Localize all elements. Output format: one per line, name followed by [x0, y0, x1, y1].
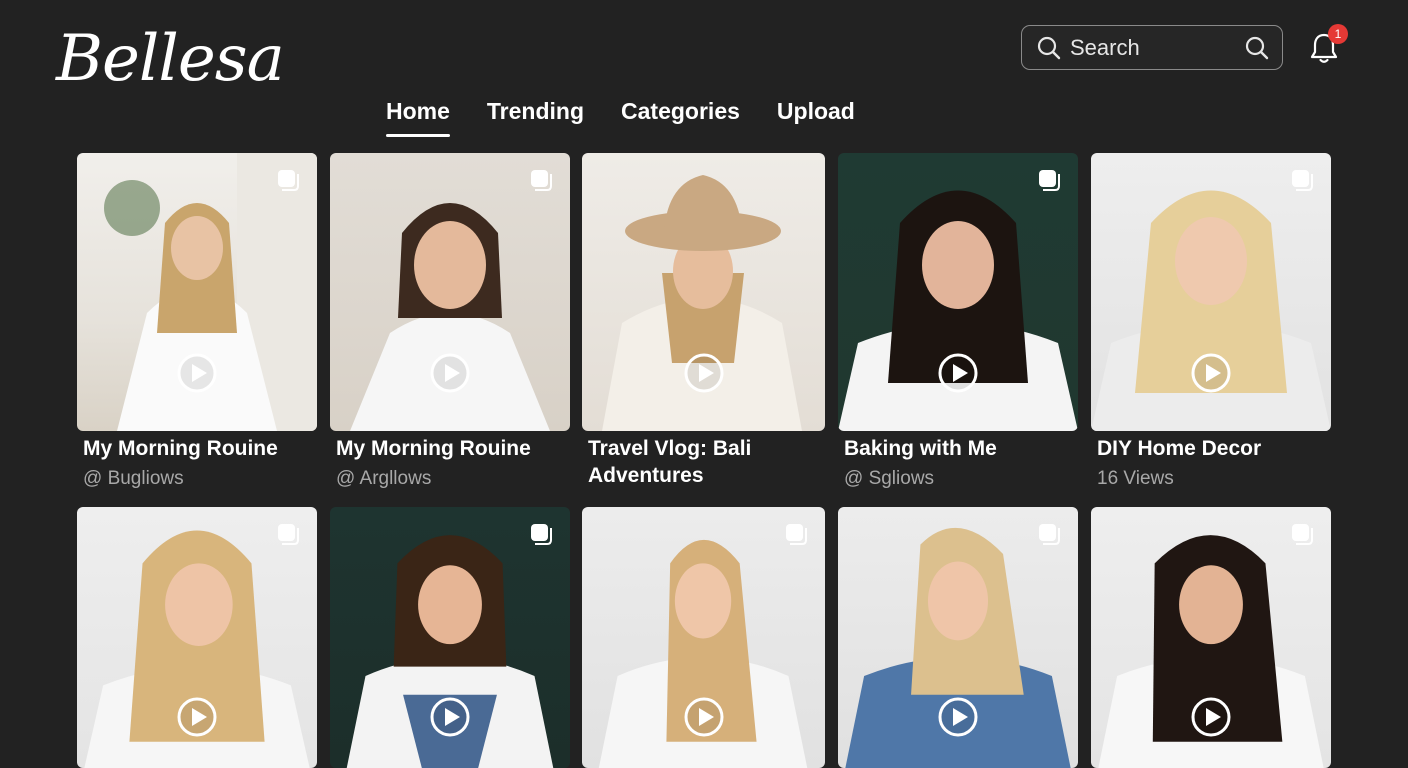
search-input[interactable]: Search: [1070, 35, 1244, 61]
video-thumbnail[interactable]: [77, 153, 317, 431]
video-thumbnail[interactable]: [330, 153, 570, 431]
video-thumbnail[interactable]: [582, 507, 825, 768]
video-thumbnail[interactable]: [77, 507, 317, 768]
video-card[interactable]: My Morning Rouine @ Bugliows: [77, 153, 323, 490]
video-author[interactable]: @ Sgliows: [838, 468, 1084, 490]
video-title[interactable]: Travel Vlog: Bali Adventures: [582, 435, 831, 489]
collection-icon[interactable]: [275, 521, 301, 547]
play-circle-icon[interactable]: [683, 352, 725, 394]
play-circle-icon[interactable]: [176, 696, 218, 738]
video-thumbnail[interactable]: [330, 507, 570, 768]
video-title[interactable]: My Morning Rouine: [330, 435, 576, 462]
video-title[interactable]: Baking with Me: [838, 435, 1084, 462]
video-card[interactable]: [838, 507, 1078, 768]
tab-upload[interactable]: Upload: [777, 98, 855, 137]
video-card[interactable]: [582, 507, 825, 768]
video-card[interactable]: Baking with Me @ Sgliows: [838, 153, 1084, 490]
video-views: 16 Views: [1097, 468, 1174, 489]
video-thumbnail[interactable]: [582, 153, 825, 431]
video-card[interactable]: [330, 507, 570, 768]
collection-icon[interactable]: [528, 521, 554, 547]
bellesa-logo[interactable]: Bellesa: [56, 14, 285, 104]
play-circle-icon[interactable]: [1190, 696, 1232, 738]
play-circle-icon[interactable]: [429, 352, 471, 394]
play-circle-icon[interactable]: [937, 696, 979, 738]
collection-icon[interactable]: [1036, 521, 1062, 547]
tab-home[interactable]: Home: [386, 98, 450, 137]
search-bar[interactable]: Search: [1021, 25, 1283, 70]
video-card[interactable]: [1091, 507, 1331, 768]
play-circle-icon[interactable]: [176, 352, 218, 394]
video-author[interactable]: @ Bugliows: [77, 468, 323, 490]
collection-icon[interactable]: [275, 167, 301, 193]
play-circle-icon[interactable]: [937, 352, 979, 394]
video-author[interactable]: @ Argllows: [330, 468, 576, 490]
video-thumbnail[interactable]: [1091, 507, 1331, 768]
play-circle-icon[interactable]: [683, 696, 725, 738]
collection-icon[interactable]: [528, 167, 554, 193]
video-card[interactable]: DIY Home Decor 16 Views: [1091, 153, 1337, 490]
video-thumbnail[interactable]: [838, 153, 1078, 431]
main-nav: Home Trending Categories Upload: [386, 98, 855, 137]
notification-badge: 1: [1328, 24, 1348, 44]
video-title[interactable]: My Morning Rouine: [77, 435, 323, 462]
video-title[interactable]: DIY Home Decor: [1091, 435, 1337, 462]
collection-icon[interactable]: [783, 521, 809, 547]
collection-icon[interactable]: [1289, 521, 1315, 547]
search-submit-icon[interactable]: [1244, 35, 1270, 61]
video-card[interactable]: [77, 507, 317, 768]
search-icon: [1036, 35, 1062, 61]
video-thumbnail[interactable]: [838, 507, 1078, 768]
collection-icon[interactable]: [1289, 167, 1315, 193]
video-card[interactable]: My Morning Rouine @ Argllows: [330, 153, 576, 490]
video-thumbnail[interactable]: [1091, 153, 1331, 431]
tab-categories[interactable]: Categories: [621, 98, 740, 137]
collection-icon[interactable]: [1036, 167, 1062, 193]
video-card[interactable]: Travel Vlog: Bali Adventures: [582, 153, 831, 489]
tab-trending[interactable]: Trending: [487, 98, 584, 137]
play-circle-icon[interactable]: [429, 696, 471, 738]
play-circle-icon[interactable]: [1190, 352, 1232, 394]
